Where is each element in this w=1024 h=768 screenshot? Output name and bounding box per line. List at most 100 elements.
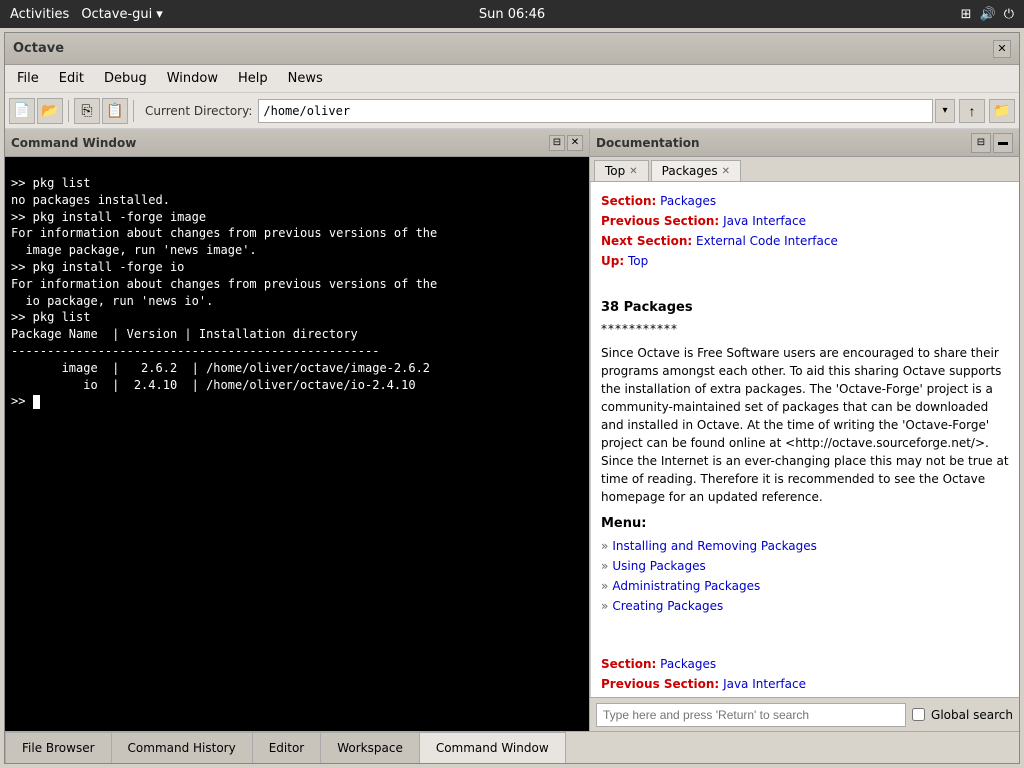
- menu-link-3: » Administrating Packages: [601, 577, 1009, 595]
- search-bar: Global search: [590, 697, 1019, 731]
- toolbar-separator-1: [68, 100, 69, 122]
- menu-debug[interactable]: Debug: [96, 69, 155, 88]
- bullet-2: »: [601, 557, 608, 575]
- documentation-title: Documentation: [596, 136, 700, 150]
- title-bar: Octave ✕: [5, 33, 1019, 65]
- dir-dropdown-btn[interactable]: ▾: [935, 99, 955, 123]
- current-dir-input[interactable]: [258, 99, 933, 123]
- section-label: Section:: [601, 194, 656, 208]
- pkg-stars: ***********: [601, 320, 1009, 338]
- tab-packages[interactable]: Packages ✕: [651, 160, 741, 181]
- menu-link-installing[interactable]: Installing and Removing Packages: [612, 537, 817, 555]
- tab-top-close[interactable]: ✕: [629, 166, 637, 177]
- up-label: Up:: [601, 254, 624, 268]
- panel-undock-btn[interactable]: ⊟: [549, 135, 565, 151]
- terminal-line-5: image package, run 'news image'.: [11, 243, 257, 257]
- up-link[interactable]: Top: [628, 254, 648, 268]
- tab-top[interactable]: Top ✕: [594, 160, 649, 181]
- search-input[interactable]: [596, 703, 906, 727]
- bottom-tab-editor[interactable]: Editor: [253, 732, 322, 763]
- bottom-prev-label: Previous Section:: [601, 677, 719, 691]
- close-button[interactable]: ✕: [993, 40, 1011, 58]
- section-link[interactable]: Packages: [660, 194, 716, 208]
- panel-close-btn[interactable]: ✕: [567, 135, 583, 151]
- toolbar-open-file[interactable]: 📂: [37, 98, 63, 124]
- doc-content[interactable]: Section: Packages Previous Section: Java…: [590, 182, 1019, 697]
- tab-packages-label: Packages: [662, 164, 718, 178]
- terminal-line-8: io package, run 'news io'.: [11, 294, 213, 308]
- up-row: Up: Top: [601, 252, 1009, 270]
- terminal-line-7: For information about changes from previ…: [11, 277, 437, 291]
- terminal-line-10: Package Name | Version | Installation di…: [11, 327, 358, 341]
- pkg-count: 38 Packages: [601, 298, 1009, 318]
- prev-section-link[interactable]: Java Interface: [723, 214, 806, 228]
- menu-file[interactable]: File: [9, 69, 47, 88]
- menu-link-creating[interactable]: Creating Packages: [612, 597, 723, 615]
- sys-icon-volume: 🔊: [980, 7, 996, 22]
- next-section-row: Next Section: External Code Interface: [601, 232, 1009, 250]
- global-search-checkbox[interactable]: [912, 708, 925, 721]
- menu-help[interactable]: Help: [230, 69, 276, 88]
- tab-top-label: Top: [605, 164, 625, 178]
- terminal-line-9: >> pkg list: [11, 310, 90, 324]
- bottom-tab-command-history[interactable]: Command History: [112, 732, 253, 763]
- terminal-line-3: >> pkg install -forge image: [11, 210, 206, 224]
- documentation-header: Documentation ⊟ ▬: [590, 129, 1019, 157]
- bullet-1: »: [601, 537, 608, 555]
- content-area: Command Window ⊟ ✕ >> pkg list no packag…: [5, 129, 1019, 731]
- sys-icon-power: ⏻: [1004, 7, 1014, 22]
- right-panel: Documentation ⊟ ▬ Top ✕ Packages ✕: [590, 129, 1019, 731]
- toolbar-copy[interactable]: ⎘: [74, 98, 100, 124]
- sys-icon-grid: ⊞: [961, 7, 972, 22]
- section-row: Section: Packages: [601, 192, 1009, 210]
- pkg-description: Since Octave is Free Software users are …: [601, 344, 1009, 506]
- next-section-label: Next Section:: [601, 234, 692, 248]
- bottom-tab-workspace[interactable]: Workspace: [321, 732, 420, 763]
- menu-link-using[interactable]: Using Packages: [612, 557, 705, 575]
- toolbar-new-file[interactable]: 📄: [9, 98, 35, 124]
- menu-link-admin[interactable]: Administrating Packages: [612, 577, 760, 595]
- bottom-prev-row: Previous Section: Java Interface: [601, 675, 1009, 693]
- menu-label: Menu:: [601, 514, 1009, 534]
- dir-browse-btn[interactable]: 📁: [989, 99, 1015, 123]
- doc-tabs: Top ✕ Packages ✕: [590, 157, 1019, 182]
- app-name-label[interactable]: Octave-gui ▾: [81, 7, 162, 22]
- bottom-tabs: File Browser Command History Editor Work…: [5, 731, 1019, 763]
- toolbar-separator-2: [133, 100, 134, 122]
- doc-controls: ⊟ ▬: [971, 133, 1013, 153]
- main-window: Octave ✕ File Edit Debug Window Help New…: [4, 32, 1020, 764]
- toolbar-paste[interactable]: 📋: [102, 98, 128, 124]
- system-clock: Sun 06:46: [479, 7, 545, 22]
- menu-news[interactable]: News: [280, 69, 331, 88]
- terminal-line-1: >> pkg list: [11, 176, 90, 190]
- prev-section-label: Previous Section:: [601, 214, 719, 228]
- terminal-line-13: io | 2.4.10 | /home/oliver/octave/io-2.4…: [11, 378, 416, 392]
- prev-section-row: Previous Section: Java Interface: [601, 212, 1009, 230]
- dir-up-btn[interactable]: ↑: [959, 99, 985, 123]
- doc-close-btn[interactable]: ▬: [993, 133, 1013, 153]
- bottom-section-label: Section:: [601, 657, 656, 671]
- terminal[interactable]: >> pkg list no packages installed. >> pk…: [5, 157, 589, 731]
- activities-button[interactable]: Activities: [10, 7, 69, 22]
- bottom-section-row: Section: Packages: [601, 655, 1009, 673]
- bullet-4: »: [601, 597, 608, 615]
- command-window-header: Command Window ⊟ ✕: [5, 129, 589, 157]
- window-title: Octave: [13, 41, 64, 56]
- menu-edit[interactable]: Edit: [51, 69, 92, 88]
- bottom-tab-command-window[interactable]: Command Window: [420, 732, 566, 763]
- bottom-section-link[interactable]: Packages: [660, 657, 716, 671]
- doc-undock-btn[interactable]: ⊟: [971, 133, 991, 153]
- panel-controls: ⊟ ✕: [549, 135, 583, 151]
- bullet-3: »: [601, 577, 608, 595]
- menu-link-2: » Using Packages: [601, 557, 1009, 575]
- next-section-link[interactable]: External Code Interface: [696, 234, 838, 248]
- menu-window[interactable]: Window: [159, 69, 226, 88]
- menu-bar: File Edit Debug Window Help News: [5, 65, 1019, 93]
- command-window-title: Command Window: [11, 136, 136, 150]
- tab-packages-close[interactable]: ✕: [722, 166, 730, 177]
- menu-link-1: » Installing and Removing Packages: [601, 537, 1009, 555]
- bottom-prev-link[interactable]: Java Interface: [723, 677, 806, 691]
- bottom-tab-file-browser[interactable]: File Browser: [5, 732, 112, 763]
- global-search-label[interactable]: Global search: [931, 708, 1013, 722]
- terminal-line-12: image | 2.6.2 | /home/oliver/octave/imag…: [11, 361, 430, 375]
